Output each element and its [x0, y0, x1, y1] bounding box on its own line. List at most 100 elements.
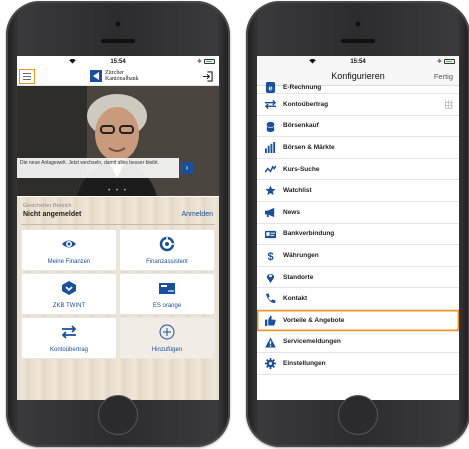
dollar-icon: $: [267, 251, 273, 261]
hamburger-icon: [23, 73, 31, 74]
portrait-image: [17, 86, 219, 196]
list-item-label: Vorteile & Angebote: [283, 316, 345, 324]
speaker: [101, 39, 135, 43]
tile-es-orange[interactable]: ES orange: [120, 274, 214, 314]
tile-finanzassistent[interactable]: Finanzassistent: [120, 230, 214, 270]
phone-right: 15:54 ✱ Konfigurieren Fertig e E-Rechnun…: [246, 1, 469, 447]
bank-logo-icon: [90, 70, 102, 82]
list-item-label: Kontakt: [283, 295, 308, 303]
home-screen: 15:54 ✱ Zürcher Kantonalbank Die neue An…: [17, 56, 219, 400]
gear-icon: [265, 358, 276, 370]
id-card-icon: [265, 230, 276, 238]
list-item-label: Kurs-Suche: [283, 165, 320, 173]
status-bar: 15:54 ✱: [17, 56, 219, 68]
assistant-icon: [159, 236, 175, 252]
hero-banner[interactable]: Die neue Anlagewelt. Jetzt wechseln, dam…: [17, 86, 219, 196]
login-state: Nicht angemeldet: [23, 211, 82, 218]
app-header: Zürcher Kantonalbank: [17, 68, 219, 86]
camera: [115, 21, 121, 27]
list-item-waehrungen[interactable]: $ Währungen: [257, 245, 459, 267]
bar-chart-icon: [265, 142, 276, 154]
list-item-kontakt[interactable]: Kontakt: [257, 288, 459, 310]
home-button[interactable]: [338, 395, 378, 435]
list-item-watchlist[interactable]: Watchlist: [257, 180, 459, 202]
list-item-label: Watchlist: [283, 187, 312, 195]
config-list: e E-Rechnung Kontoübertrag Börsenkauf Bö…: [257, 82, 459, 375]
done-button[interactable]: Fertig: [434, 72, 453, 81]
tile-label: Hinzufügen: [151, 347, 183, 353]
list-item-kontouebertrag[interactable]: Kontoübertrag: [257, 94, 459, 116]
menu-button[interactable]: [19, 69, 35, 84]
thumbs-up-icon: [265, 315, 276, 326]
stage: 15:54 ✱ Zürcher Kantonalbank Die neue An…: [0, 0, 469, 449]
list-item-news[interactable]: News: [257, 202, 459, 224]
twint-icon: [62, 281, 76, 295]
list-item-vorteile-angebote[interactable]: Vorteile & Angebote: [257, 310, 459, 332]
svg-text:e: e: [268, 83, 272, 92]
list-item-einstellungen[interactable]: Einstellungen: [257, 353, 459, 375]
speaker: [341, 39, 375, 43]
ebill-icon: e: [265, 82, 276, 93]
promo-arrow-button[interactable]: ›: [181, 162, 193, 174]
list-item-label: Servicemeldungen: [283, 338, 341, 346]
list-item-boersenkauf[interactable]: Börsenkauf: [257, 116, 459, 138]
promo-text: Die neue Anlagewelt. Jetzt wechseln, dam…: [17, 158, 179, 178]
login-link[interactable]: Anmelden: [181, 211, 213, 218]
svg-text:$: $: [267, 251, 273, 261]
tile-kontouebertrag[interactable]: Kontoübertrag: [22, 318, 116, 358]
phone-left: 15:54 ✱ Zürcher Kantonalbank Die neue An…: [6, 1, 230, 447]
list-item-label: E-Rechnung: [283, 84, 322, 91]
battery-icon: [444, 59, 455, 64]
list-item-label: Kontoübertrag: [283, 100, 329, 108]
phone-icon: [265, 293, 276, 304]
status-time: 15:54: [110, 59, 126, 65]
megaphone-icon: [265, 207, 275, 218]
status-bar: 15:54 ✱: [257, 56, 459, 68]
bank-logo-text: Zürcher Kantonalbank: [105, 70, 139, 82]
list-item-servicemeldungen[interactable]: Servicemeldungen: [257, 332, 459, 354]
list-item-label: Einstellungen: [283, 359, 326, 367]
drag-handle-icon[interactable]: [445, 100, 453, 109]
transfer-icon: [61, 325, 77, 339]
star-icon: [265, 185, 276, 196]
secure-area-label: Gesicherter Bereich: [23, 203, 72, 209]
logout-icon[interactable]: [202, 71, 213, 82]
tile-meine-finanzen[interactable]: Meine Finanzen: [22, 230, 116, 270]
dashboard-area: Gesicherter Bereich Nicht angemeldet Anm…: [17, 197, 219, 400]
list-item-label: Börsenkauf: [283, 122, 319, 130]
location-pin-icon: [266, 273, 275, 283]
add-circle-icon: [159, 324, 175, 340]
tile-label: Meine Finanzen: [47, 259, 91, 265]
list-item-label: Bankverbindung: [283, 230, 335, 238]
login-bar: Gesicherter Bereich Nicht angemeldet Anm…: [21, 201, 215, 225]
list-item-label: Währungen: [283, 251, 319, 259]
eye-icon: [62, 240, 76, 248]
tile-grid: Meine Finanzen Finanzassistent ZKB TWINT: [22, 230, 214, 358]
home-button[interactable]: [98, 395, 138, 435]
warning-icon: [265, 336, 276, 348]
list-item-kurs-suche[interactable]: Kurs-Suche: [257, 159, 459, 181]
trend-icon: [265, 165, 276, 173]
list-item-boersen-maerkte[interactable]: Börsen & Märkte: [257, 137, 459, 159]
card-icon: [159, 283, 175, 294]
list-item-standorte[interactable]: Standorte: [257, 267, 459, 289]
bluetooth-icon: ✱: [436, 59, 442, 65]
page-title: Konfigurieren: [331, 71, 385, 81]
transfer-icon: [265, 99, 276, 110]
status-time: 15:54: [350, 59, 366, 65]
list-item-label: Standorte: [283, 273, 314, 281]
battery-icon: [204, 59, 215, 64]
tile-label: ES orange: [152, 303, 182, 309]
bank-logo: Zürcher Kantonalbank: [90, 70, 139, 82]
list-item-e-rechnung[interactable]: e E-Rechnung: [257, 82, 459, 94]
list-item-label: News: [283, 208, 300, 216]
tile-zkb-twint[interactable]: ZKB TWINT: [22, 274, 116, 314]
tile-label: Kontoübertrag: [49, 347, 89, 353]
list-item-bankverbindung[interactable]: Bankverbindung: [257, 224, 459, 246]
tile-label: Finanzassistent: [146, 259, 188, 265]
tile-label: ZKB TWINT: [52, 303, 86, 309]
camera: [355, 21, 361, 27]
coins-icon: [266, 121, 275, 132]
carousel-dots[interactable]: • • •: [17, 188, 219, 194]
tile-hinzufuegen[interactable]: Hinzufügen: [120, 318, 214, 358]
